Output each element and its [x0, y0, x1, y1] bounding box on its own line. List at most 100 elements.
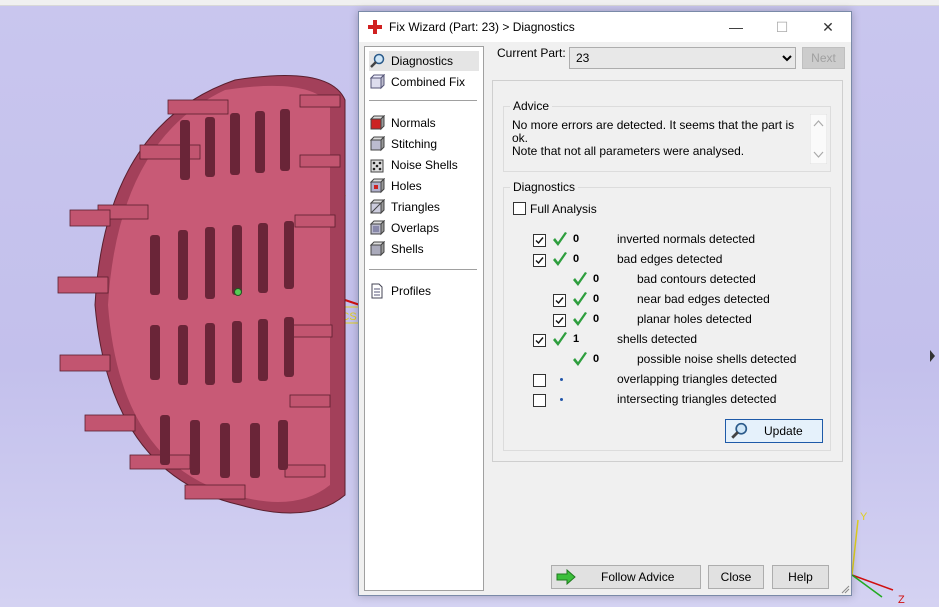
sidebar-item-holes[interactable]: Holes: [369, 176, 479, 196]
follow-advice-button[interactable]: Follow Advice: [551, 565, 701, 589]
sidebar-item-noise-shells[interactable]: Noise Shells: [369, 155, 479, 175]
sidebar-item-label: Holes: [391, 179, 422, 193]
magnifier-icon: [731, 422, 748, 439]
diagnostic-text: near bad edges detected: [637, 292, 770, 306]
title-bar[interactable]: Fix Wizard (Part: 23) > Diagnostics — ☐ …: [359, 12, 851, 42]
ok-check-icon: [553, 252, 567, 266]
next-button[interactable]: Next: [802, 47, 845, 69]
sidebar-item-label: Noise Shells: [391, 158, 458, 172]
z-axis-line-mini: [851, 574, 883, 598]
fix-wizard-dialog: Fix Wizard (Part: 23) > Diagnostics — ☐ …: [358, 11, 852, 596]
ok-check-icon: [573, 292, 587, 306]
diagnostic-text: bad edges detected: [617, 252, 723, 266]
red-cross-icon: [368, 20, 382, 34]
y-axis-line-mini: [851, 519, 859, 576]
sidebar-item-normals[interactable]: Normals: [369, 113, 479, 133]
sidebar-item-label: Triangles: [391, 200, 440, 214]
resize-grip-icon[interactable]: [840, 584, 850, 594]
part-mesh[interactable]: [57, 75, 346, 514]
expand-arrow-icon[interactable]: [930, 350, 935, 362]
green-arrow-icon: [556, 569, 576, 585]
axis-y-label: Y: [860, 511, 868, 523]
ok-check-icon: [553, 232, 567, 246]
ok-check-icon: [573, 272, 587, 286]
diagnostic-count: 1: [573, 333, 580, 345]
sidebar-item-label: Stitching: [391, 137, 438, 151]
sidebar-item-triangles[interactable]: Triangles: [369, 197, 479, 217]
diagnostic-checkbox[interactable]: [533, 394, 546, 407]
noise-shells-dice-icon: [370, 159, 384, 173]
not-analysed-dot-icon: [560, 378, 563, 381]
shells-cube-icon: [369, 241, 385, 257]
diagnostic-checkbox[interactable]: [533, 374, 546, 387]
ok-check-icon: [573, 312, 587, 326]
follow-advice-label: Follow Advice: [601, 570, 675, 584]
diagnostic-checkbox[interactable]: [533, 334, 546, 347]
diagnostic-text: overlapping triangles detected: [617, 372, 778, 386]
wizard-sidebar: Diagnostics Combined Fix Normals Stitchi…: [364, 46, 484, 591]
current-part-select[interactable]: 23: [569, 47, 796, 69]
sidebar-item-diagnostics[interactable]: Diagnostics: [369, 51, 479, 71]
checkmark-icon: [555, 317, 564, 325]
sidebar-item-label: Profiles: [391, 284, 432, 298]
advice-line-1: No more errors are detected. It seems th…: [512, 118, 795, 145]
document-icon: [371, 283, 383, 299]
advice-text: No more errors are detected. It seems th…: [512, 119, 812, 167]
sidebar-item-overlaps[interactable]: Overlaps: [369, 218, 479, 238]
diagnostic-checkbox[interactable]: [553, 314, 566, 327]
help-button[interactable]: Help: [772, 565, 829, 589]
diagnostics-group: Diagnostics Full Analysis 0 inverted norm…: [503, 180, 831, 451]
sidebar-item-shells[interactable]: Shells: [369, 239, 479, 259]
update-button[interactable]: Update: [725, 419, 823, 443]
full-analysis-label: Full Analysis: [530, 202, 597, 216]
ok-check-icon: [573, 352, 587, 366]
sidebar-item-label: Normals: [391, 116, 436, 130]
diagnostic-text: possible noise shells detected: [637, 352, 797, 366]
full-analysis-checkbox[interactable]: [513, 202, 526, 215]
x-axis-line-mini: [851, 574, 894, 591]
current-part-label: Current Part:: [497, 46, 566, 60]
maximize-button[interactable]: ☐: [759, 12, 805, 42]
advice-title: Advice: [510, 99, 553, 113]
checkmark-icon: [555, 297, 564, 305]
not-analysed-dot-icon: [560, 398, 563, 401]
checkmark-icon: [535, 337, 544, 345]
sidebar-item-combined-fix[interactable]: Combined Fix: [369, 72, 479, 92]
minimize-button[interactable]: —: [713, 12, 759, 42]
holes-cube-icon: [369, 178, 385, 194]
stitching-cube-icon: [369, 136, 385, 152]
diagnostic-text: planar holes detected: [637, 312, 752, 326]
sidebar-divider: [369, 100, 477, 101]
ok-check-icon: [553, 332, 567, 346]
triangles-cube-icon: [369, 199, 385, 215]
sidebar-item-label: Overlaps: [391, 221, 440, 235]
axis-z-label: Z: [898, 594, 905, 606]
normals-cube-icon: [369, 115, 385, 131]
sidebar-item-profiles[interactable]: Profiles: [369, 281, 479, 301]
overlaps-cube-icon: [369, 220, 385, 236]
advice-scrollbar[interactable]: [810, 114, 827, 164]
checkmark-icon: [535, 257, 544, 265]
diagnostic-text: inverted normals detected: [617, 232, 756, 246]
diagnostic-checkbox[interactable]: [553, 294, 566, 307]
diagnostics-title: Diagnostics: [510, 180, 579, 194]
diagnostic-count: 0: [573, 233, 580, 245]
box-icon: [369, 74, 385, 90]
sidebar-divider: [369, 269, 477, 270]
diagnostic-text: bad contours detected: [637, 272, 756, 286]
diagnostic-count: 0: [593, 353, 600, 365]
diagnostic-count: 0: [593, 273, 600, 285]
diagnostic-checkbox[interactable]: [533, 254, 546, 267]
sidebar-item-stitching[interactable]: Stitching: [369, 134, 479, 154]
diagnostic-checkbox[interactable]: [533, 234, 546, 247]
diagnostic-text: shells detected: [617, 332, 698, 346]
close-window-button[interactable]: ✕: [805, 12, 851, 42]
diagnostic-text: intersecting triangles detected: [617, 392, 777, 406]
checkmark-icon: [535, 237, 544, 245]
magnifier-icon: [370, 53, 385, 68]
close-button[interactable]: Close: [708, 565, 764, 589]
advice-group: Advice No more errors are detected. It s…: [503, 99, 831, 172]
sidebar-item-label: Shells: [391, 242, 424, 256]
advice-line-2: Note that not all parameters were analys…: [512, 144, 745, 158]
update-label: Update: [764, 424, 803, 438]
